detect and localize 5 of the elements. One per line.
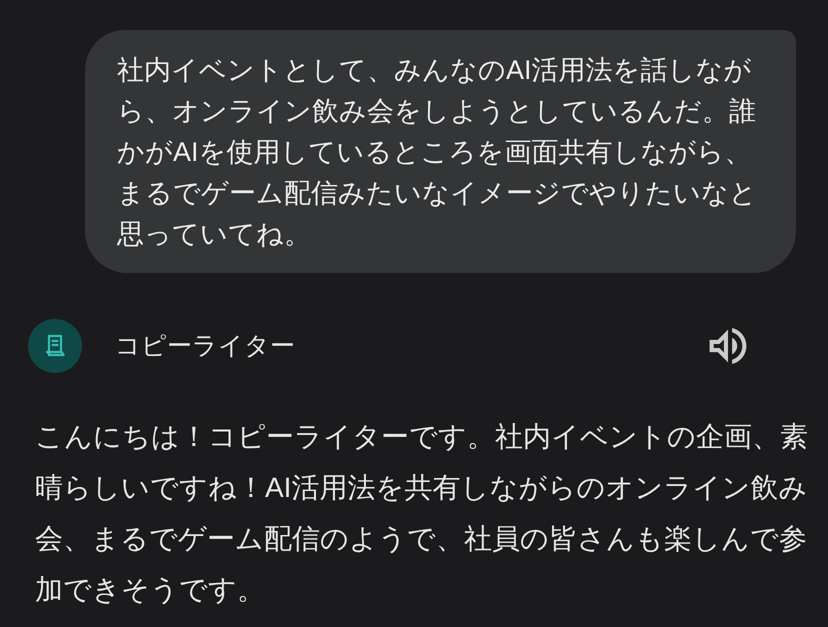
speaker-icon[interactable] — [709, 328, 747, 364]
assistant-name: コピーライター — [115, 331, 296, 362]
scroll-icon — [28, 319, 82, 373]
message-text: 社内イベントとして、みんなのAI活用法を話しながら、オンライン飲み会をしようとしているんだ。誰かがAIを使用しているところを画面共有しながら、まるでゲーム配信みたいなイメージでやりたいなと思っていてね。 — [117, 54, 758, 251]
reply-text: こんにちは！コピーライターです。社内イベントの企画、素晴らしいですね！AI活用法を共有しながらのオンライン飲み会、まるでゲーム配信のようで、社員の皆さんも楽しんで参加できそうです。 — [35, 420, 809, 607]
